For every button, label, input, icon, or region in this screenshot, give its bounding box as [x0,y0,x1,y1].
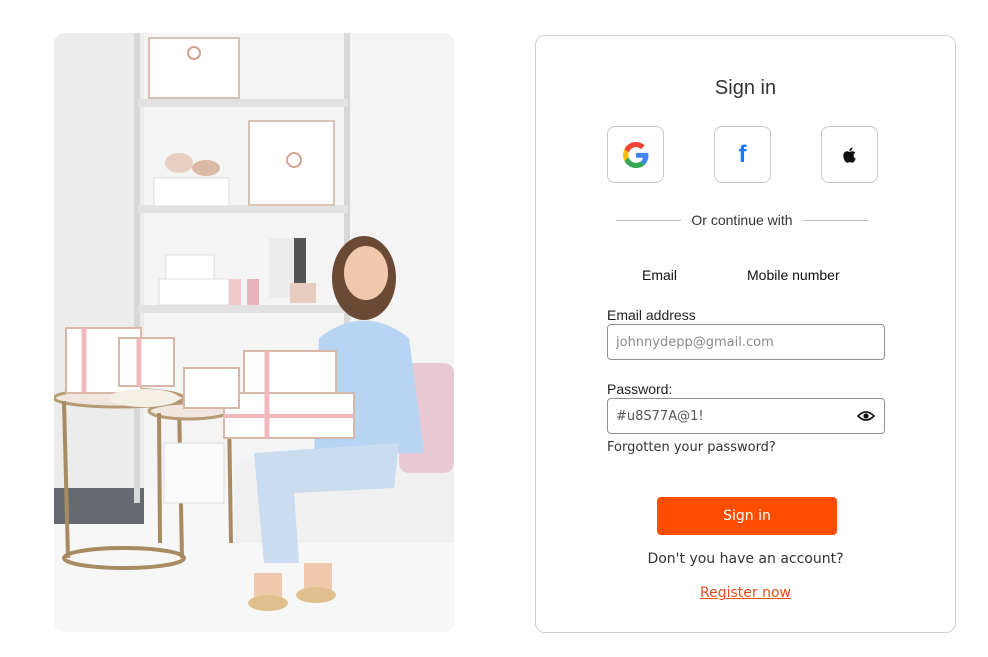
password-field[interactable] [616,408,856,424]
password-field-box [607,398,885,434]
no-account-text: Don't you have an account? [647,551,844,567]
or-continue-divider: Or continue with [616,212,869,228]
sign-in-card: Sign in f Or continue with Email Mobile … [535,35,956,633]
divider-line-left [616,219,682,221]
show-password-eye-icon[interactable] [856,406,876,426]
facebook-icon: f [738,140,747,168]
forgot-password-link[interactable]: Forgotten your password? [607,440,776,455]
hero-photo-illustration [54,33,454,632]
google-signin-button[interactable] [607,126,664,183]
email-field-box [607,324,885,360]
email-label: Email address [607,307,696,323]
hero-photo [54,33,454,632]
tab-email[interactable]: Email [642,267,677,283]
sign-in-button[interactable]: Sign in [657,497,837,535]
password-label: Password: [607,381,673,397]
tab-mobile-number[interactable]: Mobile number [747,267,840,283]
divider-text: Or continue with [691,212,793,228]
apple-icon [842,147,856,163]
page-title: Sign in [714,77,777,99]
apple-signin-button[interactable] [821,126,878,183]
email-field[interactable] [616,334,876,350]
facebook-signin-button[interactable]: f [714,126,771,183]
divider-line-right [802,219,869,221]
google-icon [622,141,648,168]
register-now-link[interactable]: Register now [536,585,955,601]
